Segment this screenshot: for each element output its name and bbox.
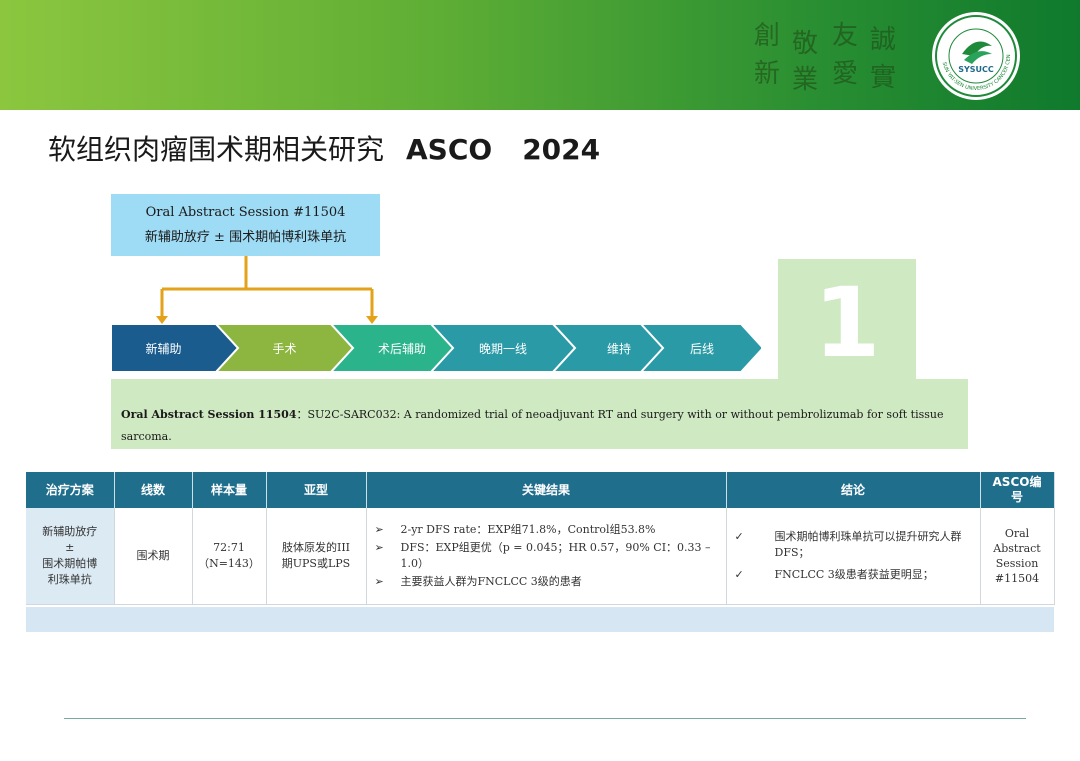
- title-conf: ASCO: [406, 133, 493, 166]
- bullet-arrow-icon: ➢: [374, 523, 384, 536]
- col-header: 关键结果: [366, 472, 727, 508]
- callig-char: 愛: [832, 59, 863, 89]
- cell-asco-id: Oral Abstract Session #11504: [980, 508, 1055, 605]
- asco-id-line: Session: [995, 557, 1039, 570]
- cell-sample: 72:71 （N=143）: [192, 508, 267, 605]
- treatment-flow: 新辅助 手术 术后辅助 晚期一线 维持 后线: [111, 324, 761, 372]
- list-item: ✓ FNCLCC 3级患者获益更明显；: [735, 567, 976, 583]
- callig-char: 誠: [870, 25, 901, 55]
- footer-divider: [64, 718, 1026, 719]
- sample-n: （N=143）: [198, 557, 260, 570]
- flow-step-label: 后线: [690, 342, 714, 356]
- cell-conclusions: ✓ 围术期帕博利珠单抗可以提升研究人群DFS； ✓ FNCLCC 3级患者获益更明显…: [726, 508, 981, 605]
- conclusion-text: FNCLCC 3级患者获益更明显；: [774, 568, 934, 581]
- result-text: DFS：EXP组更优（p = 0.045；HR 0.57，90% CI：0.33…: [400, 541, 711, 570]
- callig-char: 敬: [792, 29, 823, 59]
- callig-char: 實: [870, 63, 901, 93]
- arrow-down-icon: [156, 316, 168, 324]
- title-year: 2024: [522, 133, 601, 166]
- regimen-line: 围术期帕博: [42, 557, 98, 570]
- title-cn: 软组织肉瘤围术期相关研究: [48, 133, 385, 166]
- list-item: ✓ 围术期帕博利珠单抗可以提升研究人群DFS；: [735, 529, 976, 561]
- callout-line1: Oral Abstract Session #11504: [145, 205, 346, 220]
- regimen-line: ±: [65, 541, 75, 554]
- list-item: ➢ 主要获益人群为FNCLCC 3级的患者: [375, 574, 722, 590]
- flow-step-label: 术后辅助: [378, 342, 426, 356]
- sysucc-logo-icon: SYSUCC SUN YAT-SEN UNIVERSITY CANCER CEN…: [924, 10, 1020, 100]
- result-text: 2-yr DFS rate：EXP组71.8%，Control组53.8%: [400, 523, 656, 536]
- cell-subtype: 肢体原发的III 期UPS或LPS: [266, 508, 367, 605]
- bullet-arrow-icon: ➢: [374, 575, 384, 588]
- callout-line2: 新辅助放疗 ± 围术期帕博利珠单抗: [144, 230, 347, 245]
- subtype-line: 期UPS或LPS: [281, 557, 351, 570]
- table-header-row: 治疗方案 线数 样本量 亚型 关键结果 结论 ASCO编号: [26, 472, 1055, 508]
- section-number-badge: 1: [778, 259, 916, 379]
- conclusion-text: 围术期帕博利珠单抗可以提升研究人群DFS；: [774, 530, 962, 559]
- asco-id-line: Oral: [1004, 527, 1030, 540]
- flow-step-label: 手术: [272, 342, 296, 356]
- callig-char: 友: [832, 21, 863, 51]
- summary-session: Oral Abstract Session 11504: [121, 408, 297, 421]
- flow-step-label: 晚期一线: [479, 342, 527, 356]
- callig-char: 創: [754, 21, 785, 51]
- cell-line: 围术期: [114, 508, 193, 605]
- abstract-summary: Oral Abstract Session 11504：SU2C-SARC032…: [111, 379, 968, 449]
- flow-step-label: 新辅助: [145, 341, 181, 356]
- asco-id-line: #11504: [994, 572, 1040, 585]
- list-item: ➢ 2-yr DFS rate：EXP组71.8%，Control组53.8%: [375, 522, 722, 538]
- flow-step-label: 维持: [607, 341, 631, 356]
- subtype-line: 肢体原发的III: [281, 541, 351, 554]
- results-table: 治疗方案 线数 样本量 亚型 关键结果 结论 ASCO编号 新辅助放疗 ± 围术…: [26, 472, 1055, 605]
- calligraphy-motto: 創 新 敬 業 友 愛 誠 實: [748, 18, 908, 98]
- asco-id-line: Abstract: [993, 542, 1041, 555]
- col-header: ASCO编号: [980, 472, 1055, 508]
- result-text: 主要获益人群为FNCLCC 3级的患者: [400, 575, 582, 588]
- table-footer-band: [26, 607, 1054, 632]
- logo-text: SYSUCC: [958, 65, 994, 74]
- col-header: 亚型: [266, 472, 367, 508]
- cell-key-results: ➢ 2-yr DFS rate：EXP组71.8%，Control组53.8% ➢…: [366, 508, 727, 605]
- sample-ratio: 72:71: [213, 541, 245, 554]
- badge-number: 1: [813, 267, 881, 379]
- header-banner: [0, 0, 1080, 110]
- check-icon: ✓: [734, 568, 744, 581]
- check-icon: ✓: [734, 530, 744, 543]
- col-header: 治疗方案: [26, 472, 115, 508]
- bullet-arrow-icon: ➢: [374, 541, 384, 554]
- arrow-down-icon: [366, 316, 378, 324]
- regimen-line: 新辅助放疗: [42, 525, 98, 538]
- page-title: 软组织肉瘤围术期相关研究 ASCO 2024: [48, 128, 600, 168]
- cell-regimen: 新辅助放疗 ± 围术期帕博 利珠单抗: [26, 508, 115, 605]
- regimen-line: 利珠单抗: [47, 573, 92, 586]
- callig-char: 新: [754, 59, 785, 89]
- callig-char: 業: [792, 65, 823, 95]
- col-header: 线数: [114, 472, 193, 508]
- list-item: ➢ DFS：EXP组更优（p = 0.045；HR 0.57，90% CI：0.3…: [375, 540, 722, 572]
- col-header: 样本量: [192, 472, 267, 508]
- session-callout: Oral Abstract Session #11504 新辅助放疗 ± 围术期…: [111, 194, 380, 256]
- table-row: 新辅助放疗 ± 围术期帕博 利珠单抗 围术期 72:71 （N=143） 肢体原…: [26, 508, 1055, 605]
- summary-sep: ：: [296, 408, 308, 421]
- col-header: 结论: [726, 472, 981, 508]
